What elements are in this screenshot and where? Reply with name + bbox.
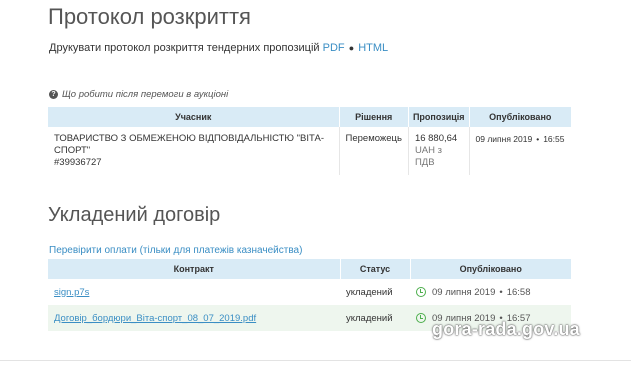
header-offer: Пропозиція [408,107,470,127]
contract-published-cell: 09 липня 2019 • 16:58 [410,279,571,305]
after-win-help[interactable]: ? Що робити після перемоги в аукціоні [49,89,228,100]
published-cell: 09 липня 2019 • 16:55 [469,127,571,175]
print-protocol-line: Друкувати протокол розкриття тендерних п… [49,42,388,54]
pdf-link[interactable]: PDF [323,42,345,54]
published-date: 09 липня 2019 [475,134,533,144]
results-header-row: Учасник Рішення Пропозиція Опубліковано [48,107,571,127]
contract-published-time: 16:58 [506,286,531,298]
header-published: Опубліковано [469,107,571,127]
participant-code: #39936727 [54,157,102,168]
header-participant: Учасник [48,107,340,127]
offer-cell: 16 880,64 UAH з ПДВ [408,127,470,175]
table-row: sign.p7s укладений 09 липня 2019 • 16:58 [48,279,571,305]
auction-results-table: Учасник Рішення Пропозиція Опубліковано … [48,107,571,175]
participant-name: ТОВАРИСТВО З ОБМЕЖЕНОЮ ВІДПОВІДАЛЬНІСТЮ … [54,133,325,156]
header-contract: Контракт [48,259,341,279]
contract-file-link[interactable]: sign.p7s [54,287,89,298]
offer-currency: UAH з [414,145,442,156]
clock-icon [416,286,426,297]
offer-vat: ПДВ [414,157,435,168]
contract-published-bullet: • [499,286,503,298]
contract-status: укладений [340,279,410,305]
decision-cell: Переможець [339,127,409,175]
contract-file-cell: sign.p7s [48,279,340,305]
header-status: Статус [340,259,411,279]
question-circle-icon: ? [49,90,58,99]
published-time: 16:55 [543,134,565,144]
contract-file-link[interactable]: Договір_бордюри_Віта-спорт_08_07_2019.pd… [54,313,256,324]
header-contract-published: Опубліковано [410,259,571,279]
header-decision: Рішення [339,107,409,127]
check-payments-link[interactable]: Перевірити оплати (тільки для платежів к… [49,245,302,256]
link-separator: ● [348,43,355,53]
contract-header-row: Контракт Статус Опубліковано [48,259,571,279]
contract-status: укладений [340,305,410,331]
clock-icon [416,312,426,323]
contract-published-date: 09 липня 2019 [432,286,496,298]
print-protocol-text: Друкувати протокол розкриття тендерних п… [49,42,320,54]
contract-file-cell: Договір_бордюри_Віта-спорт_08_07_2019.pd… [48,305,340,331]
participant-cell: ТОВАРИСТВО З ОБМЕЖЕНОЮ ВІДПОВІДАЛЬНІСТЮ … [48,127,340,175]
contract-section-title: Укладений договір [48,204,221,226]
page-title: Протокол розкриття [48,4,251,29]
html-link[interactable]: HTML [358,42,388,54]
site-watermark: gora-rada.gov.ua [432,319,580,339]
table-row: ТОВАРИСТВО З ОБМЕЖЕНОЮ ВІДПОВІДАЛЬНІСТЮ … [48,127,571,175]
bottom-divider [0,360,631,361]
offer-amount: 16 880,64 [414,133,458,144]
published-bullet: • [536,134,540,144]
after-win-help-text[interactable]: Що робити після перемоги в аукціоні [62,89,228,100]
